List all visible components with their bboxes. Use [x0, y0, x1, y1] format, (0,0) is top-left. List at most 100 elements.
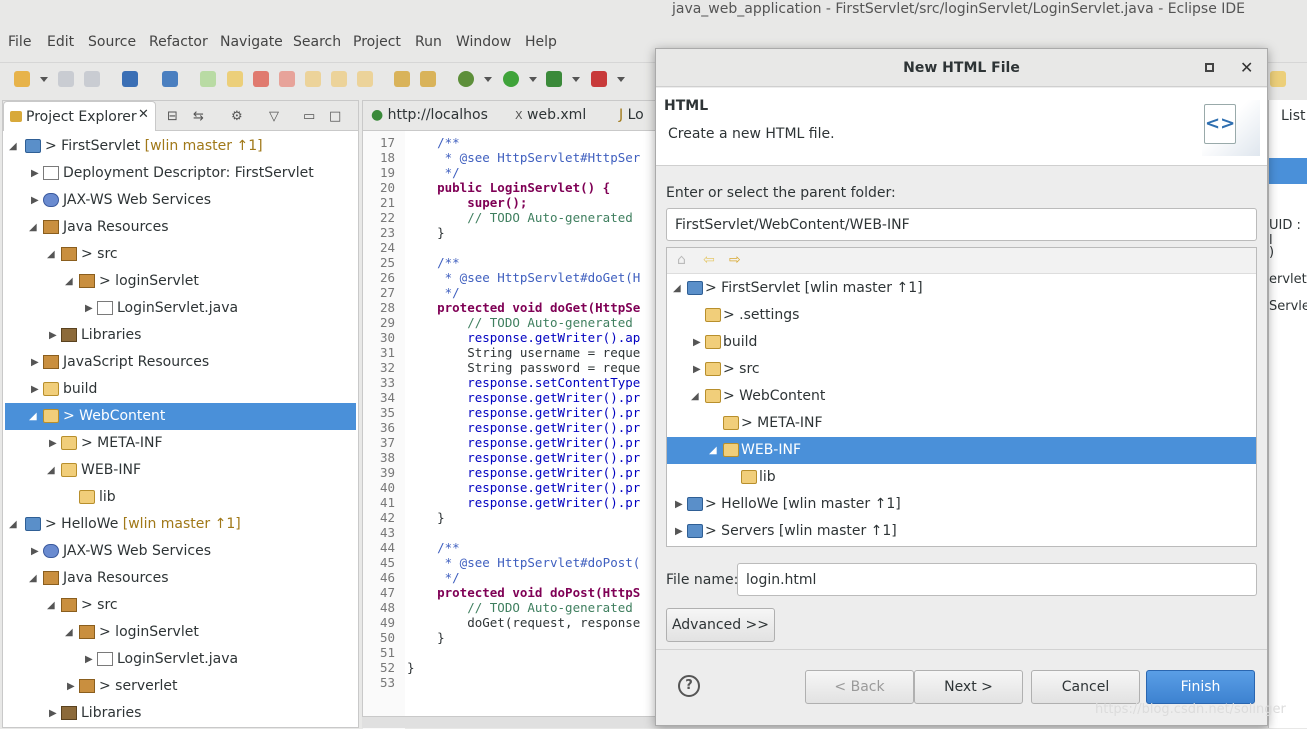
collapsed-arrow-icon[interactable]: ▶: [31, 376, 39, 403]
file-name-input[interactable]: [737, 563, 1257, 596]
tree-item-web-inf[interactable]: ◢ WEB-INF: [3, 457, 358, 484]
view-menu-icon[interactable]: ▽: [269, 109, 279, 124]
expanded-arrow-icon[interactable]: ◢: [691, 383, 699, 410]
next-button[interactable]: Next >: [914, 670, 1023, 704]
tree-item-loginservlet-java-2[interactable]: ▶ LoginServlet.java: [3, 646, 358, 673]
parent-folder-input[interactable]: [666, 208, 1257, 241]
home-icon[interactable]: ⌂: [677, 252, 686, 268]
tree-item-libraries-2[interactable]: ▶ Libraries: [3, 700, 358, 727]
maximize-icon[interactable]: □: [329, 109, 341, 124]
collapsed-arrow-icon[interactable]: ▶: [693, 329, 701, 356]
folder-item-build[interactable]: ▶ build: [667, 329, 1256, 356]
expanded-arrow-icon[interactable]: ◢: [673, 275, 681, 302]
tree-item-hellowe[interactable]: ◢ > HelloWe [wlin master ↑1]: [3, 511, 358, 538]
menu-refactor[interactable]: Refactor: [149, 34, 208, 50]
collapsed-arrow-icon[interactable]: ▶: [49, 700, 57, 727]
back-button[interactable]: < Back: [805, 670, 914, 704]
menu-navigate[interactable]: Navigate: [220, 34, 283, 50]
tree-item-deployment-descriptor[interactable]: ▶ Deployment Descriptor: FirstServlet: [3, 160, 358, 187]
run-server-dropdown-icon[interactable]: [572, 77, 580, 82]
tree-item-loginservlet-java[interactable]: ▶ LoginServlet.java: [3, 295, 358, 322]
tree-item-loginservlet-package[interactable]: ◢ > loginServlet: [3, 268, 358, 295]
collapsed-arrow-icon[interactable]: ▶: [31, 160, 39, 187]
menu-source[interactable]: Source: [88, 34, 136, 50]
skip-breakpoints-icon[interactable]: [162, 71, 178, 87]
collapsed-arrow-icon[interactable]: ▶: [693, 356, 701, 383]
menu-file[interactable]: File: [8, 34, 31, 50]
tree-item-src[interactable]: ◢ > src: [3, 241, 358, 268]
task-list-tab[interactable]: List: [1281, 108, 1305, 124]
folder-item-web-inf[interactable]: ◢ WEB-INF: [667, 437, 1256, 464]
collapsed-arrow-icon[interactable]: ▶: [49, 322, 57, 349]
expanded-arrow-icon[interactable]: ◢: [709, 437, 717, 464]
expanded-arrow-icon[interactable]: ◢: [29, 214, 37, 241]
folder-item-src[interactable]: ▶ > src: [667, 356, 1256, 383]
tree-item-meta-inf[interactable]: ▶ > META-INF: [3, 430, 358, 457]
expanded-arrow-icon[interactable]: ◢: [29, 403, 37, 430]
step-over-icon[interactable]: [331, 71, 347, 87]
run-server-icon[interactable]: [546, 71, 562, 87]
menu-project[interactable]: Project: [353, 34, 401, 50]
collapsed-arrow-icon[interactable]: ▶: [31, 349, 39, 376]
step-into-icon[interactable]: [305, 71, 321, 87]
link-with-editor-icon[interactable]: ⇆: [193, 109, 204, 124]
expanded-arrow-icon[interactable]: ◢: [65, 268, 73, 295]
tab-browser[interactable]: ● http://localhos: [371, 107, 488, 123]
expanded-arrow-icon[interactable]: ◢: [47, 592, 55, 619]
folder-item-lib[interactable]: lib: [667, 464, 1256, 491]
expanded-arrow-icon[interactable]: ◢: [65, 619, 73, 646]
back-arrow-icon[interactable]: ⇦: [703, 252, 715, 268]
suspend-icon[interactable]: [227, 71, 243, 87]
tree-item-lib[interactable]: lib: [3, 484, 358, 511]
tree-item-javascript-resources[interactable]: ▶ JavaScript Resources: [3, 349, 358, 376]
tree-item-jaxws[interactable]: ▶ JAX-WS Web Services: [3, 187, 358, 214]
save-all-icon[interactable]: [84, 71, 100, 87]
menu-window[interactable]: Window: [456, 34, 511, 50]
terminal-icon[interactable]: [122, 71, 138, 87]
tree-item-serverlet-package[interactable]: ▶ > serverlet: [3, 673, 358, 700]
collapsed-arrow-icon[interactable]: ▶: [31, 538, 39, 565]
folder-item-firstservlet[interactable]: ◢ > FirstServlet [wlin master ↑1]: [667, 275, 1256, 302]
close-icon[interactable]: ✕: [138, 107, 149, 122]
terminate-icon[interactable]: [253, 71, 269, 87]
expanded-arrow-icon[interactable]: ◢: [29, 565, 37, 592]
external-tools-icon[interactable]: [591, 71, 607, 87]
save-icon[interactable]: [58, 71, 74, 87]
menu-search[interactable]: Search: [293, 34, 341, 50]
step-return-icon[interactable]: [357, 71, 373, 87]
collapsed-arrow-icon[interactable]: ▶: [31, 187, 39, 214]
cancel-button[interactable]: Cancel: [1031, 670, 1140, 704]
tab-web-xml[interactable]: X web.xml: [515, 107, 586, 123]
maximize-icon[interactable]: [1205, 63, 1214, 72]
menu-edit[interactable]: Edit: [47, 34, 74, 50]
advanced-button[interactable]: Advanced >>: [666, 608, 775, 642]
collapsed-arrow-icon[interactable]: ▶: [85, 295, 93, 322]
resume-icon[interactable]: [200, 71, 216, 87]
close-icon[interactable]: ✕: [1240, 58, 1253, 77]
tree-item-loginservlet-package-2[interactable]: ◢ > loginServlet: [3, 619, 358, 646]
forward-nav-icon[interactable]: [1270, 71, 1286, 87]
debug-icon[interactable]: [458, 71, 474, 87]
run-icon[interactable]: [503, 71, 519, 87]
tree-item-build[interactable]: ▶ build: [3, 376, 358, 403]
new-icon[interactable]: [14, 71, 30, 87]
help-icon[interactable]: ?: [678, 675, 700, 697]
folder-item-meta-inf[interactable]: > META-INF: [667, 410, 1256, 437]
forward-arrow-icon[interactable]: ⇨: [729, 252, 741, 268]
disconnect-icon[interactable]: [279, 71, 295, 87]
expanded-arrow-icon[interactable]: ◢: [47, 457, 55, 484]
tree-item-libraries[interactable]: ▶ Libraries: [3, 322, 358, 349]
tree-item-src-2[interactable]: ◢ > src: [3, 592, 358, 619]
menu-run[interactable]: Run: [415, 34, 442, 50]
expanded-arrow-icon[interactable]: ◢: [47, 241, 55, 268]
use-step-filters-icon[interactable]: [420, 71, 436, 87]
folder-tree[interactable]: ⌂ ⇦ ⇨ ◢ > FirstServlet [wlin master ↑1] …: [666, 247, 1257, 547]
collapsed-arrow-icon[interactable]: ▶: [67, 673, 75, 700]
expanded-arrow-icon[interactable]: ◢: [9, 511, 17, 538]
tree-item-java-resources[interactable]: ◢ Java Resources: [3, 214, 358, 241]
tree-item-java-resources-2[interactable]: ◢ Java Resources: [3, 565, 358, 592]
folder-item-servers[interactable]: ▶ > Servers [wlin master ↑1]: [667, 518, 1256, 545]
run-dropdown-icon[interactable]: [529, 77, 537, 82]
tree-item-firstservlet[interactable]: ◢ > FirstServlet [wlin master ↑1]: [3, 133, 358, 160]
drop-to-frame-icon[interactable]: [394, 71, 410, 87]
